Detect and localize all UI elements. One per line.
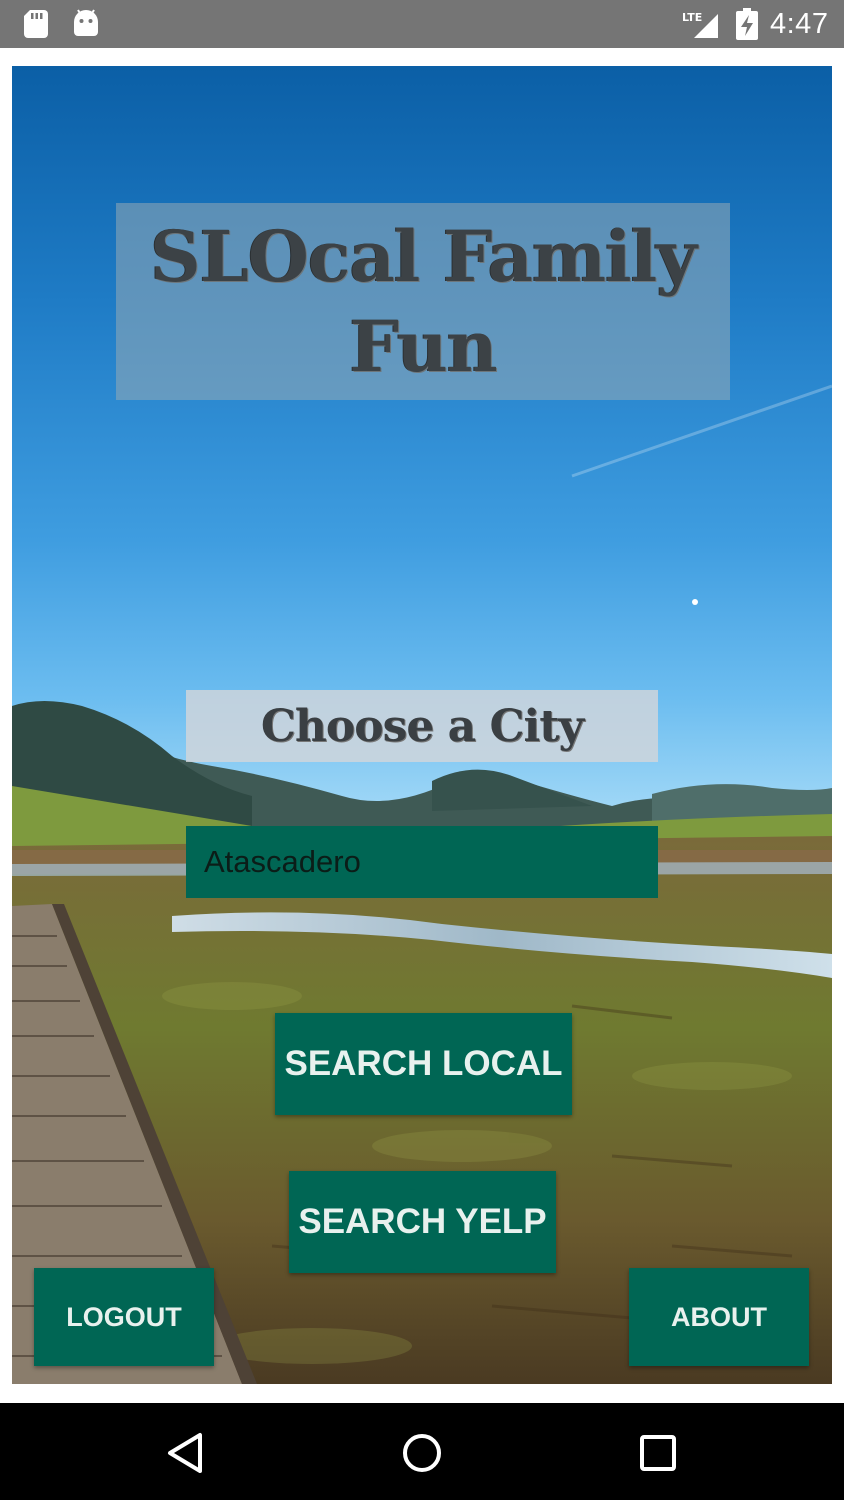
search-yelp-button[interactable]: SEARCH YELP xyxy=(289,1171,556,1273)
choose-city-banner: Choose a City xyxy=(186,690,658,762)
svg-text:LTE: LTE xyxy=(682,11,702,24)
title-banner: SLOcal Family Fun xyxy=(116,203,730,400)
about-button[interactable]: ABOUT xyxy=(629,1268,809,1366)
status-bar: LTE 4:47 xyxy=(0,0,844,48)
search-local-button[interactable]: SEARCH LOCAL xyxy=(275,1013,572,1115)
choose-city-label: Choose a City xyxy=(260,700,584,752)
status-clock: 4:47 xyxy=(770,8,829,40)
back-icon[interactable] xyxy=(164,1431,208,1475)
home-icon[interactable] xyxy=(400,1431,444,1475)
logout-button[interactable]: LOGOUT xyxy=(34,1268,214,1366)
android-icon xyxy=(74,9,98,36)
app-title: SLOcal Family Fun xyxy=(150,214,697,388)
navigation-bar xyxy=(0,1403,844,1500)
battery-charging-icon xyxy=(736,8,758,40)
city-dropdown[interactable]: Atascadero xyxy=(186,826,658,898)
recent-apps-icon[interactable] xyxy=(636,1431,680,1475)
sd-card-icon xyxy=(24,10,48,38)
city-dropdown-value: Atascadero xyxy=(204,844,361,879)
lte-signal-icon: LTE xyxy=(682,11,718,38)
